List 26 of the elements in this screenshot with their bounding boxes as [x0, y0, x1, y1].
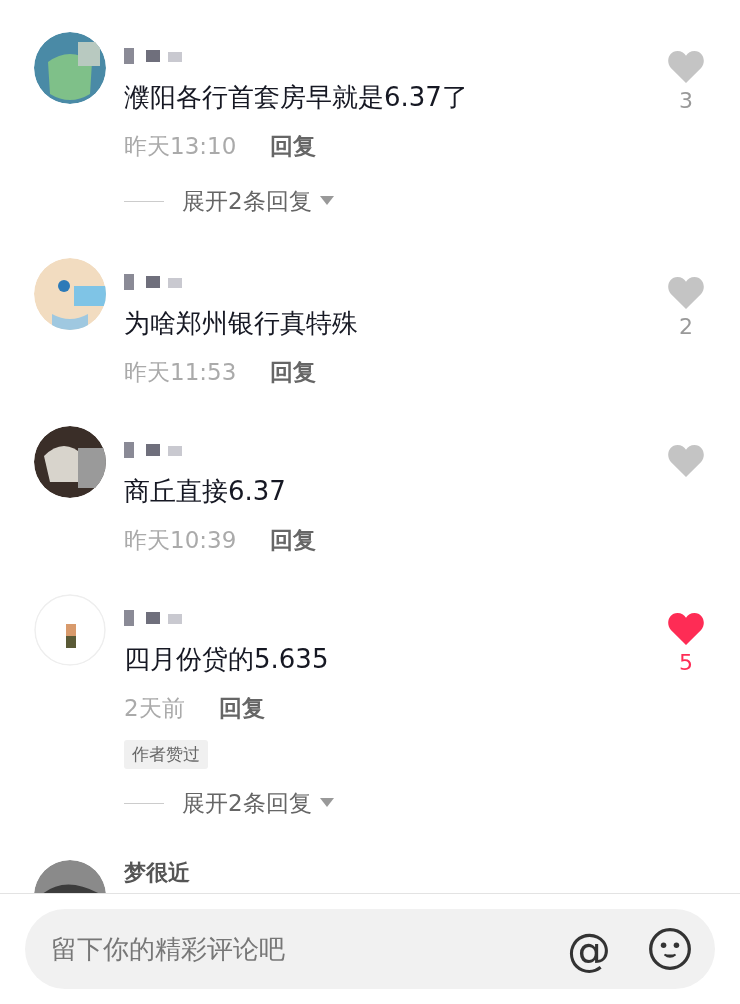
timestamp: 昨天10:39	[124, 525, 237, 555]
user-name[interactable]: 梦很近	[124, 860, 190, 886]
like-count: 5	[679, 650, 693, 675]
heart-icon[interactable]	[667, 612, 705, 646]
like-count: 2	[679, 314, 693, 339]
timestamp: 2天前	[124, 693, 185, 723]
reply-link[interactable]: 回复	[270, 130, 317, 162]
reply-link[interactable]: 回复	[270, 356, 317, 388]
comment-input[interactable]: 留下你的精彩评论吧 @	[25, 909, 715, 989]
comment-text: 濮阳各行首套房早就是6.37了	[124, 81, 469, 114]
emoji-icon[interactable]	[647, 926, 693, 972]
timestamp: 昨天13:10	[124, 131, 237, 161]
like-count: 3	[679, 88, 693, 113]
comment-text: 四月份贷的5.635	[124, 643, 330, 676]
reply-link[interactable]: 回复	[218, 692, 265, 724]
caret-icon	[319, 196, 334, 206]
placeholder-text: 留下你的精彩评论吧	[51, 932, 286, 966]
comment-text: 为啥郑州银行真特殊	[124, 307, 359, 340]
comment-text: 商丘直接6.37	[124, 475, 287, 508]
reply-link[interactable]: 回复	[270, 524, 317, 556]
author-liked-tag: 作者赞过	[124, 739, 208, 769]
caret-icon	[319, 798, 334, 808]
mention-button[interactable]: @	[567, 923, 611, 975]
expand-replies-link[interactable]: 展开2条回复	[182, 185, 334, 217]
timestamp: 昨天11:53	[124, 357, 237, 387]
expand-replies-link[interactable]: 展开2条回复	[182, 787, 334, 819]
